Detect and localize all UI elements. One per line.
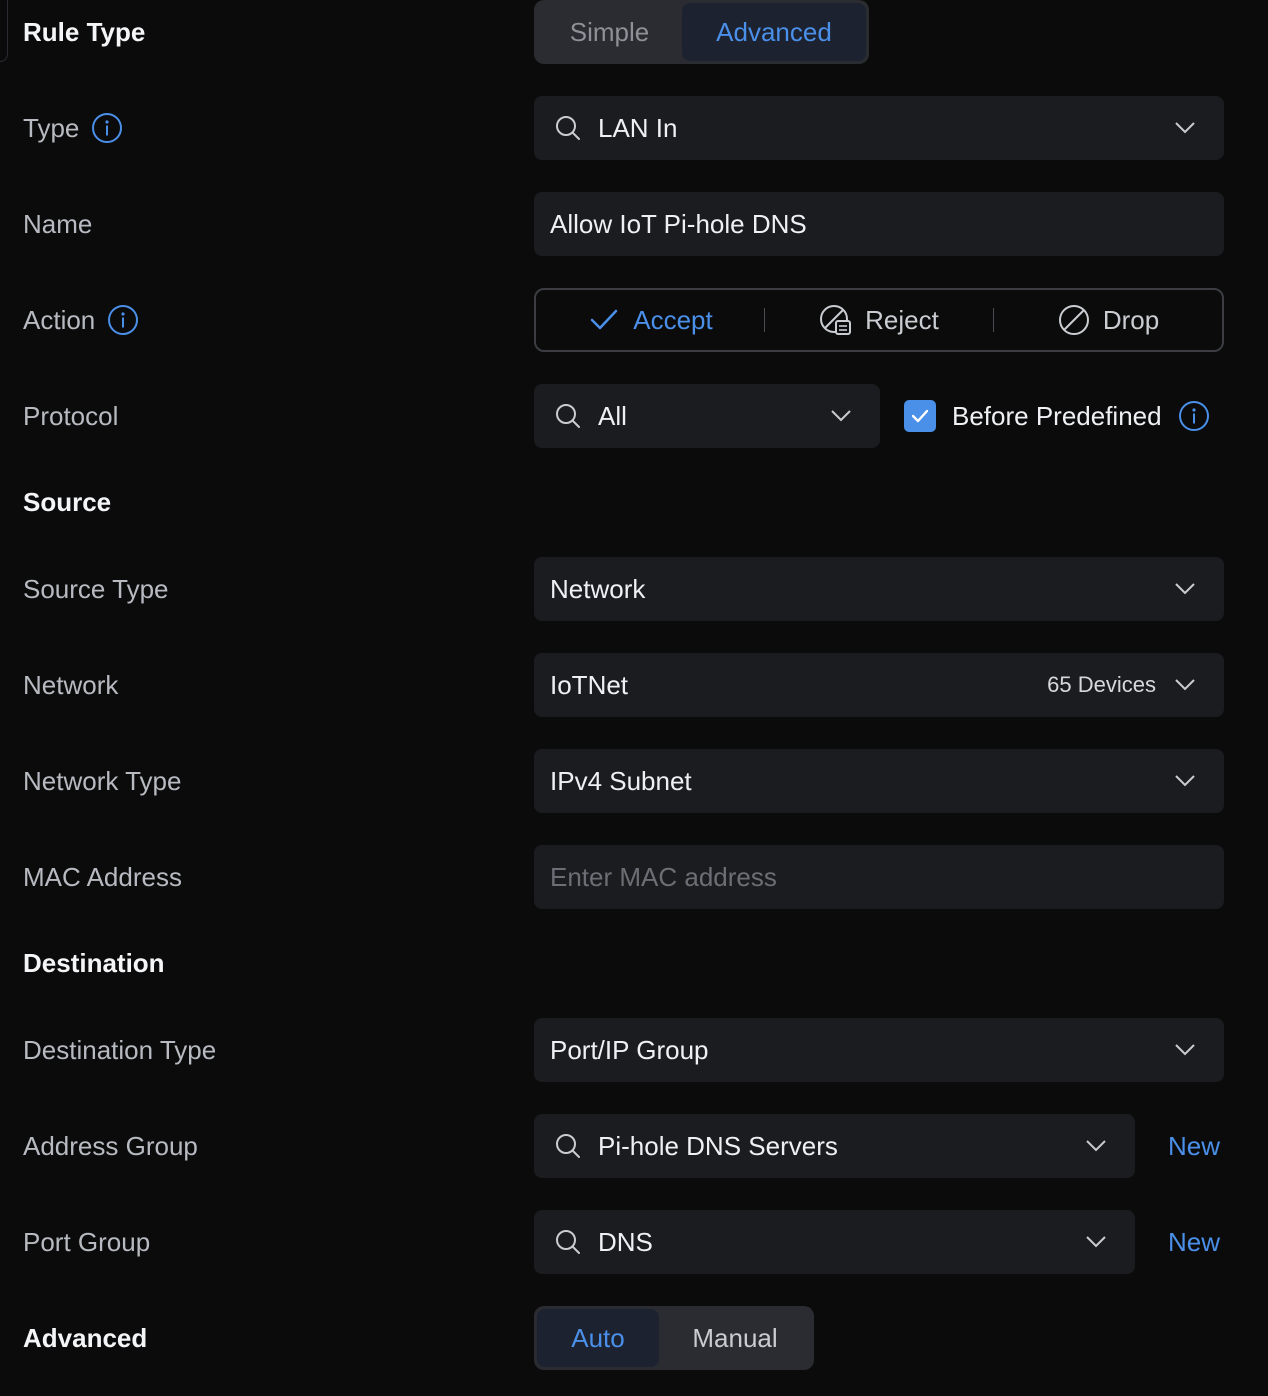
action-label: Action <box>23 304 96 335</box>
info-icon[interactable] <box>107 304 139 336</box>
source-heading-row: Source <box>0 470 1268 534</box>
network-label: Network <box>23 669 119 700</box>
advanced-auto[interactable]: Auto <box>537 1309 659 1367</box>
chevron-down-icon <box>1086 1236 1106 1248</box>
action-drop-label: Drop <box>1102 304 1160 335</box>
port-group-label: Port Group <box>23 1226 151 1257</box>
advanced-manual[interactable]: Manual <box>659 1309 811 1367</box>
action-selector: Accept Reject Drop <box>534 288 1224 352</box>
action-drop[interactable]: Drop <box>994 290 1222 350</box>
rule-type-toggle: Simple Advanced <box>534 0 869 64</box>
destination-type-label: Destination Type <box>23 1034 217 1065</box>
network-type-label: Network Type <box>23 765 182 796</box>
before-predefined-wrap: Before Predefined <box>904 384 1210 448</box>
rule-type-row: Rule Type Simple Advanced <box>0 0 1268 64</box>
mac-address-field-wrap <box>534 845 1224 909</box>
before-predefined-checkbox[interactable] <box>904 400 936 432</box>
before-predefined-label: Before Predefined <box>952 400 1162 431</box>
advanced-toggle: Auto Manual <box>534 1306 814 1370</box>
rule-type-advanced[interactable]: Advanced <box>682 3 866 61</box>
type-row: Type LAN In <box>0 96 1268 160</box>
search-icon <box>556 1134 580 1158</box>
port-group-new-link[interactable]: New <box>1168 1210 1220 1274</box>
prohibited-icon <box>1058 305 1089 335</box>
source-type-row: Source Type Network <box>0 557 1268 621</box>
network-type-row: Network Type IPv4 Subnet <box>0 749 1268 813</box>
action-accept[interactable]: Accept <box>536 290 764 350</box>
search-icon <box>556 116 580 140</box>
port-group-select[interactable]: DNS <box>534 1210 1135 1274</box>
chevron-down-icon <box>1175 1044 1195 1056</box>
protocol-select[interactable]: All <box>534 384 880 448</box>
destination-type-row: Destination Type Port/IP Group <box>0 1018 1268 1082</box>
destination-type-select[interactable]: Port/IP Group <box>534 1018 1224 1082</box>
protocol-row: Protocol All Before Predefined <box>0 384 1268 448</box>
action-reject-label: Reject <box>865 304 939 335</box>
chevron-down-icon <box>1175 775 1195 787</box>
rule-type-label: Rule Type <box>23 16 146 47</box>
chevron-down-icon <box>1175 583 1195 595</box>
name-field-wrap <box>534 192 1224 256</box>
source-type-value: Network <box>550 573 646 604</box>
port-group-row: Port Group DNS New <box>0 1210 1268 1274</box>
destination-type-value: Port/IP Group <box>550 1034 709 1065</box>
port-group-value: DNS <box>598 1226 653 1257</box>
address-group-row: Address Group Pi-hole DNS Servers New <box>0 1114 1268 1178</box>
name-label: Name <box>23 208 93 239</box>
network-select[interactable]: IoTNet 65 Devices <box>534 653 1224 717</box>
type-label-wrap: Type <box>23 96 123 160</box>
source-heading: Source <box>23 486 112 517</box>
destination-heading-row: Destination <box>0 931 1268 995</box>
network-row: Network IoTNet 65 Devices <box>0 653 1268 717</box>
advanced-row: Advanced Auto Manual <box>0 1306 1268 1370</box>
rule-type-simple[interactable]: Simple <box>537 3 682 61</box>
check-icon <box>911 409 929 423</box>
mac-address-input[interactable] <box>534 845 1224 909</box>
protocol-value: All <box>598 400 627 431</box>
chevron-down-icon <box>1086 1140 1106 1152</box>
network-type-value: IPv4 Subnet <box>550 765 692 796</box>
protocol-label: Protocol <box>23 400 119 431</box>
action-label-wrap: Action <box>23 288 139 352</box>
type-value: LAN In <box>598 112 678 143</box>
mac-address-row: MAC Address <box>0 845 1268 909</box>
action-reject[interactable]: Reject <box>765 290 993 350</box>
chevron-down-icon <box>1175 679 1195 691</box>
address-group-new-link[interactable]: New <box>1168 1114 1220 1178</box>
name-row: Name <box>0 192 1268 256</box>
search-icon <box>556 404 580 428</box>
address-group-select[interactable]: Pi-hole DNS Servers <box>534 1114 1135 1178</box>
mac-address-label: MAC Address <box>23 861 182 892</box>
type-label: Type <box>23 112 80 143</box>
source-type-select[interactable]: Network <box>534 557 1224 621</box>
check-icon <box>591 309 618 330</box>
action-accept-label: Accept <box>633 304 713 335</box>
network-type-select[interactable]: IPv4 Subnet <box>534 749 1224 813</box>
name-input[interactable] <box>534 192 1224 256</box>
address-group-value: Pi-hole DNS Servers <box>598 1130 838 1161</box>
info-icon[interactable] <box>1178 400 1210 432</box>
chevron-down-icon <box>831 410 851 422</box>
network-device-count: 65 Devices <box>1047 672 1156 697</box>
info-icon[interactable] <box>91 112 123 144</box>
chevron-down-icon <box>1175 122 1195 134</box>
network-value: IoTNet <box>550 669 629 700</box>
advanced-label: Advanced <box>23 1322 148 1353</box>
reject-icon <box>820 305 852 335</box>
type-select[interactable]: LAN In <box>534 96 1224 160</box>
source-type-label: Source Type <box>23 573 169 604</box>
destination-heading: Destination <box>23 947 165 978</box>
search-icon <box>556 1230 580 1254</box>
action-row: Action Accept Reject Drop <box>0 288 1268 352</box>
address-group-label: Address Group <box>23 1130 198 1161</box>
